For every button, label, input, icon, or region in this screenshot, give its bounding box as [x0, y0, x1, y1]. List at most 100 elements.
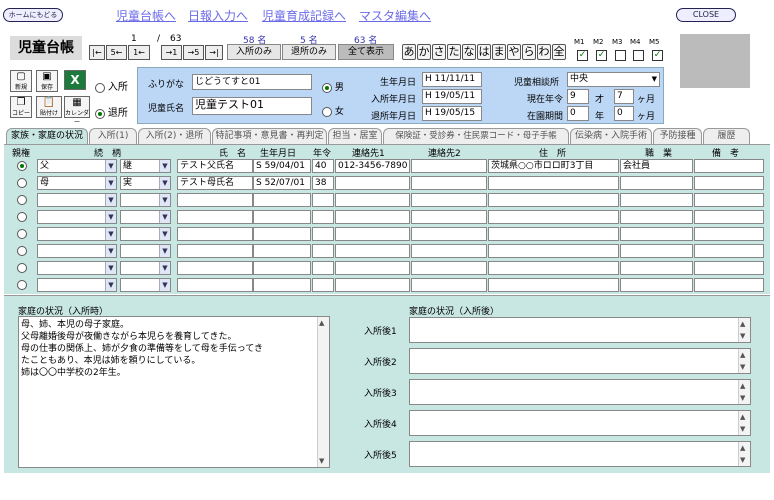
- scrollbar[interactable]: [738, 349, 750, 373]
- next-button[interactable]: →1: [161, 45, 182, 60]
- link-master-edit[interactable]: マスタ編集へ: [359, 7, 431, 24]
- age-years-input[interactable]: 9: [567, 89, 589, 104]
- cell-birth[interactable]: [253, 278, 311, 292]
- cell-tel2[interactable]: [411, 261, 487, 275]
- cell-name[interactable]: [177, 278, 253, 292]
- after4-textarea[interactable]: [409, 410, 751, 436]
- scrollbar[interactable]: [738, 442, 750, 466]
- chevron-down-icon[interactable]: ▼: [159, 177, 170, 189]
- cell-addr[interactable]: [488, 210, 619, 224]
- chevron-down-icon[interactable]: ▼: [105, 160, 116, 172]
- cell-name[interactable]: [177, 193, 253, 207]
- cell-rel[interactable]: ▼: [37, 278, 117, 292]
- kana-ra-button[interactable]: ら: [522, 44, 536, 60]
- custody-radio[interactable]: [17, 246, 27, 256]
- after1-textarea[interactable]: [409, 317, 751, 343]
- exit-only-button[interactable]: 退所のみ: [282, 44, 336, 60]
- cell-rel[interactable]: ▼: [37, 210, 117, 224]
- female-radio[interactable]: 女: [322, 104, 344, 117]
- cell-rel2[interactable]: 継 ▼: [120, 159, 171, 173]
- cell-addr[interactable]: [488, 227, 619, 241]
- cell-tel1[interactable]: [335, 193, 410, 207]
- cell-age[interactable]: [312, 244, 334, 258]
- link-ledger[interactable]: 児童台帳へ: [116, 7, 176, 24]
- chevron-down-icon[interactable]: ▼: [105, 177, 116, 189]
- chevron-down-icon[interactable]: ▼: [105, 228, 116, 240]
- cell-addr[interactable]: [488, 193, 619, 207]
- cell-age[interactable]: 40: [312, 159, 334, 173]
- cell-tel2[interactable]: [411, 278, 487, 292]
- cell-job[interactable]: [620, 210, 693, 224]
- entry-status-radio[interactable]: 入所: [95, 78, 128, 93]
- m4-checkbox[interactable]: [633, 50, 644, 61]
- cell-birth[interactable]: [253, 210, 311, 224]
- cell-tel1[interactable]: 012-3456-7890: [335, 159, 410, 173]
- cell-tel2[interactable]: [411, 176, 487, 190]
- cell-rel[interactable]: ▼: [37, 193, 117, 207]
- scrollbar[interactable]: [738, 380, 750, 404]
- cell-note[interactable]: [694, 227, 764, 241]
- male-radio[interactable]: 男: [322, 80, 344, 93]
- scrollbar[interactable]: [738, 318, 750, 342]
- cell-age[interactable]: [312, 210, 334, 224]
- kana-sa-button[interactable]: さ: [432, 44, 446, 60]
- chevron-down-icon[interactable]: ▼: [105, 245, 116, 257]
- kana-na-button[interactable]: な: [462, 44, 476, 60]
- cell-tel1[interactable]: [335, 210, 410, 224]
- kana-wa-button[interactable]: わ: [537, 44, 551, 60]
- cell-rel[interactable]: 母 ▼: [37, 176, 117, 190]
- prev-button[interactable]: 1←: [128, 45, 150, 60]
- tab-entry1[interactable]: 入所(1): [89, 128, 137, 144]
- age-months-input[interactable]: 7: [614, 89, 634, 104]
- cell-rel2[interactable]: ▼: [120, 193, 171, 207]
- show-all-button[interactable]: 全て表示: [338, 44, 394, 60]
- cell-job[interactable]: [620, 193, 693, 207]
- cell-tel2[interactable]: [411, 227, 487, 241]
- cell-age[interactable]: [312, 193, 334, 207]
- kana-ka-button[interactable]: か: [417, 44, 431, 60]
- cell-tel1[interactable]: [335, 227, 410, 241]
- kana-ha-button[interactable]: は: [477, 44, 491, 60]
- cell-note[interactable]: [694, 244, 764, 258]
- cell-name[interactable]: [177, 261, 253, 275]
- cell-age[interactable]: 38: [312, 176, 334, 190]
- cell-tel2[interactable]: [411, 210, 487, 224]
- scrollbar[interactable]: [317, 317, 329, 467]
- office-select[interactable]: 中央 ▼: [567, 72, 660, 87]
- paste-button[interactable]: 📋 貼付け: [36, 96, 62, 118]
- cell-name[interactable]: テスト母氏名: [177, 176, 253, 190]
- custody-radio[interactable]: [17, 195, 27, 205]
- cell-rel2[interactable]: ▼: [120, 227, 171, 241]
- chevron-down-icon[interactable]: ▼: [159, 228, 170, 240]
- cell-tel2[interactable]: [411, 193, 487, 207]
- entry-date-input[interactable]: H 19/05/11: [422, 89, 482, 104]
- chevron-down-icon[interactable]: ▼: [105, 279, 116, 291]
- cell-note[interactable]: [694, 176, 764, 190]
- cell-note[interactable]: [694, 159, 764, 173]
- cell-tel1[interactable]: [335, 261, 410, 275]
- home-button[interactable]: ホームにもどる: [3, 8, 63, 22]
- cell-birth[interactable]: [253, 244, 311, 258]
- exit-status-radio[interactable]: 退所: [95, 104, 128, 119]
- cell-name[interactable]: [177, 210, 253, 224]
- m3-checkbox[interactable]: [615, 50, 626, 61]
- custody-radio[interactable]: [17, 263, 27, 273]
- cell-age[interactable]: [312, 227, 334, 241]
- exit-date-input[interactable]: H 19/05/15: [422, 106, 482, 121]
- entry-only-button[interactable]: 入所のみ: [227, 44, 281, 60]
- cell-birth[interactable]: S 52/07/01: [253, 176, 311, 190]
- custody-radio[interactable]: [17, 280, 27, 290]
- cell-rel[interactable]: ▼: [37, 244, 117, 258]
- chevron-down-icon[interactable]: ▼: [159, 160, 170, 172]
- tab-history[interactable]: 履歴: [703, 128, 750, 144]
- cell-rel2[interactable]: ▼: [120, 278, 171, 292]
- cell-rel2[interactable]: ▼: [120, 244, 171, 258]
- cell-tel2[interactable]: [411, 159, 487, 173]
- chevron-down-icon[interactable]: ▼: [159, 262, 170, 274]
- excel-icon[interactable]: X: [64, 70, 86, 90]
- cell-name[interactable]: テスト父氏名: [177, 159, 253, 173]
- cell-rel[interactable]: ▼: [37, 261, 117, 275]
- tab-family[interactable]: 家族・家庭の状況: [6, 128, 88, 144]
- custody-radio[interactable]: [17, 229, 27, 239]
- cell-job[interactable]: 会社員: [620, 159, 693, 173]
